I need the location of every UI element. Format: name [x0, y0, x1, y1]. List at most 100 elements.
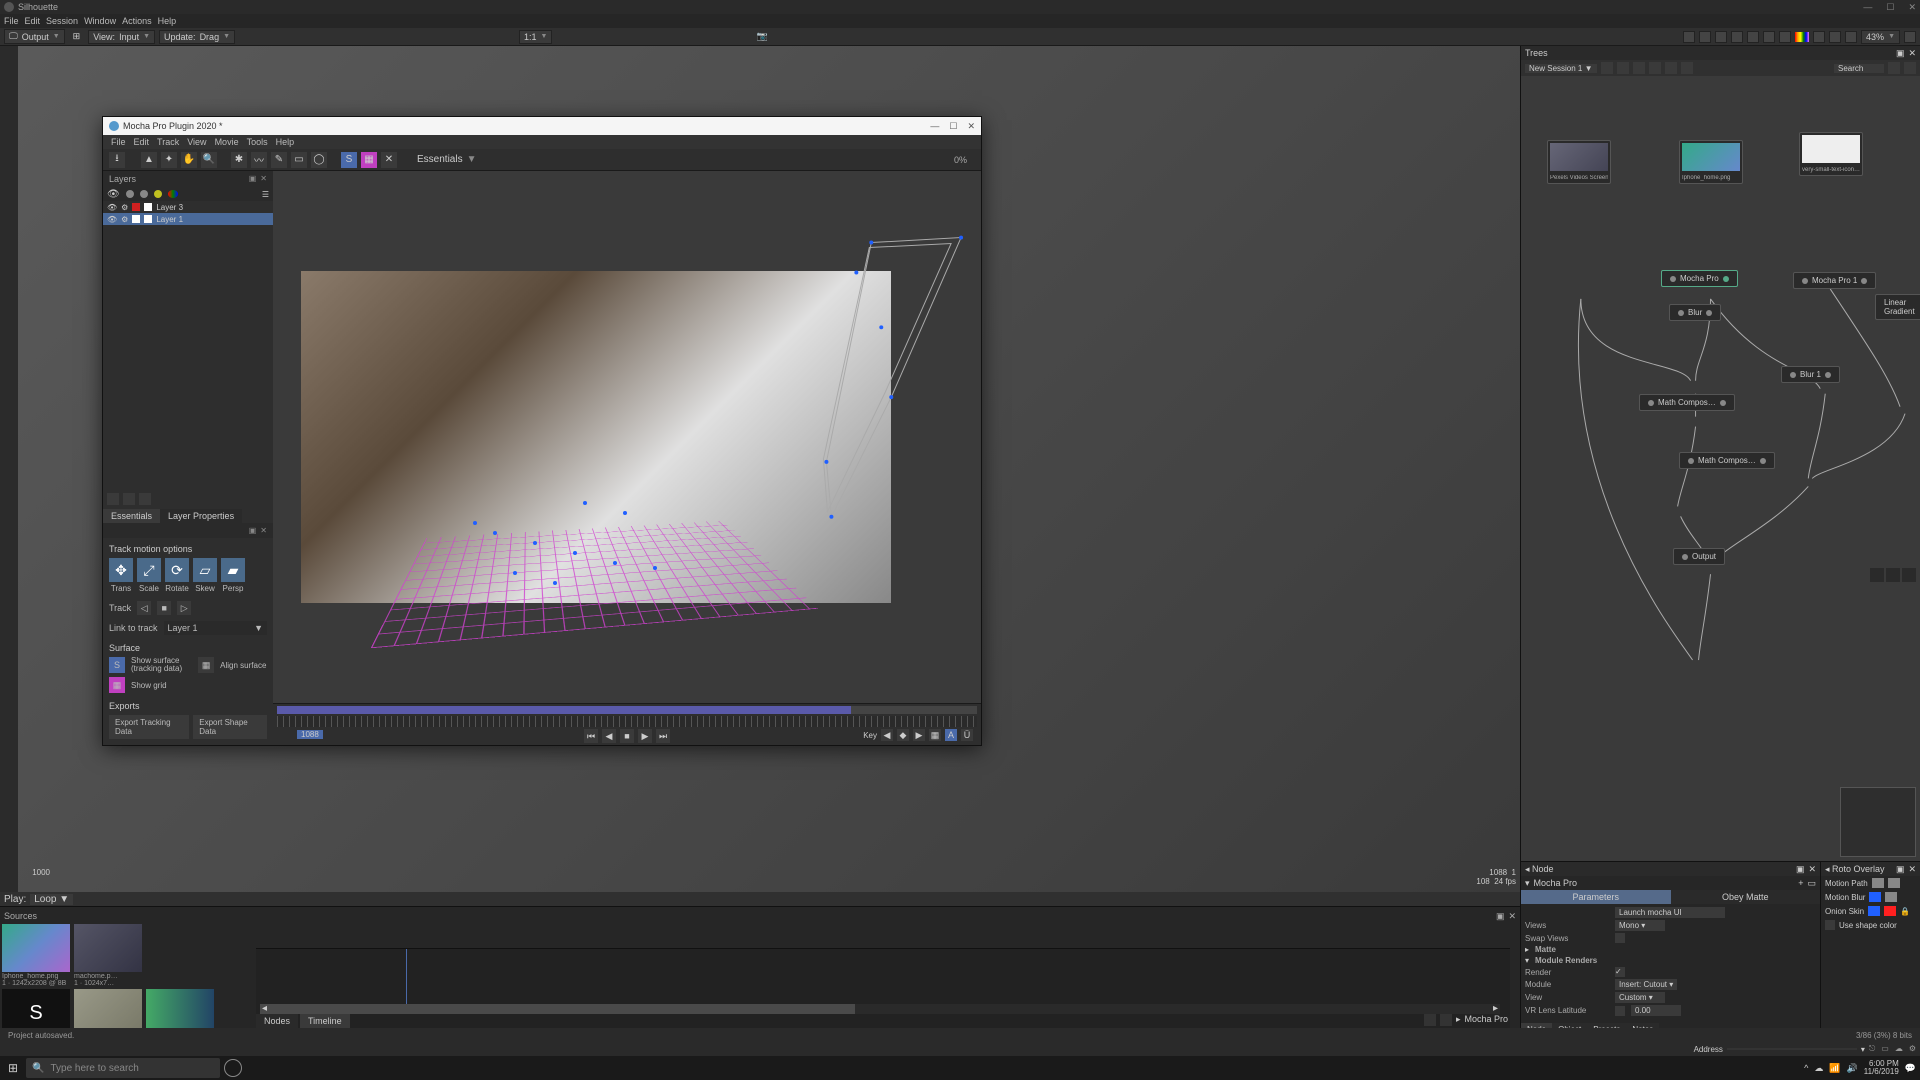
net-icon-2[interactable]: ▭ — [1881, 1044, 1889, 1054]
address-go-icon[interactable]: ▾ — [1861, 1045, 1865, 1054]
mocha-menu-edit[interactable]: Edit — [134, 137, 150, 147]
search-icon[interactable] — [1715, 31, 1727, 43]
mocha-menu-movie[interactable]: Movie — [215, 137, 239, 147]
tool-icon-9[interactable] — [1845, 31, 1857, 43]
color-picker-icon[interactable] — [1795, 32, 1809, 42]
track-perspective-button[interactable]: ▰ — [221, 558, 245, 582]
play-mode-dropdown[interactable]: Loop ▼ — [30, 894, 73, 905]
save-icon[interactable]: ⭳ — [109, 152, 125, 168]
render-checkbox[interactable] — [1615, 967, 1625, 977]
source-thumb[interactable]: machome.p… 1 · 1024x7… — [74, 924, 142, 987]
add-layer-icon[interactable] — [107, 493, 119, 505]
track-skew-button[interactable]: ▱ — [193, 558, 217, 582]
node-source-1[interactable]: Pexels Videos Screen… — [1547, 140, 1611, 184]
tree-tool-3[interactable] — [1633, 62, 1645, 74]
key-icon-1[interactable]: ▦ — [929, 729, 941, 741]
surface-toggle[interactable]: S — [341, 152, 357, 168]
go-end-button[interactable]: ⏭ — [656, 729, 670, 743]
tab-layer-properties[interactable]: Layer Properties — [160, 509, 242, 523]
bezier-tool[interactable]: 〰 — [251, 152, 267, 168]
close-icon[interactable]: ✕ — [1508, 911, 1516, 922]
net-icon-1[interactable]: ⎋ — [1869, 1044, 1875, 1054]
mocha-minimize[interactable]: — — [930, 121, 939, 132]
maximize-button[interactable]: ☐ — [1886, 2, 1894, 13]
tool-icon-1[interactable] — [1683, 31, 1695, 43]
mocha-menu-track[interactable]: Track — [157, 137, 179, 147]
undock-icon-2[interactable]: ▣ — [249, 526, 257, 535]
expand-button[interactable]: ⊞ — [69, 30, 85, 43]
tab-nodes[interactable]: Nodes — [256, 1014, 298, 1028]
xspline-tool[interactable]: ✱ — [231, 152, 247, 168]
tool-icon-8[interactable] — [1829, 31, 1841, 43]
export-tracking-button[interactable]: Export Tracking Data — [109, 715, 189, 739]
visibility-icon[interactable]: 👁 — [107, 189, 120, 200]
timeline-scrollbar[interactable]: ▸◂ — [260, 1004, 1500, 1014]
matte-icon[interactable] — [154, 190, 162, 198]
workspace-dropdown[interactable]: Essentials▼ — [417, 154, 476, 165]
ratio-dropdown[interactable]: 1:1▼ — [519, 30, 552, 44]
track-forward-button[interactable]: ▷ — [177, 601, 191, 615]
node-minimap[interactable] — [1840, 787, 1916, 857]
close-button[interactable]: ✕ — [1908, 2, 1916, 13]
tray-volume-icon[interactable]: 🔊 — [1847, 1063, 1858, 1074]
tree-tool-7[interactable] — [1904, 62, 1916, 74]
source-thumb[interactable]: Iphone_home.png 1 · 1242x2208 @ 8B — [2, 924, 70, 987]
node-mocha-pro[interactable]: Mocha Pro — [1661, 270, 1738, 287]
lock-icon[interactable] — [140, 190, 148, 198]
windows-search-input[interactable]: 🔍 Type here to search — [26, 1058, 220, 1078]
tray-up-icon[interactable]: ^ — [1804, 1063, 1808, 1073]
net-icon-3[interactable]: ☁ — [1895, 1044, 1903, 1054]
node-linear-gradient[interactable]: Linear Gradient — [1875, 294, 1920, 320]
close-panel-icon-2[interactable]: ✕ — [260, 526, 267, 535]
motion-blur-swatch[interactable] — [1869, 892, 1881, 902]
mocha-menu-view[interactable]: View — [187, 137, 206, 147]
export-shape-button[interactable]: Export Shape Data — [193, 715, 267, 739]
viewer-area[interactable]: Mocha Pro Plugin 2020 * — ☐ ✕ File Edit … — [0, 46, 1520, 892]
start-button[interactable]: ⊞ — [4, 1059, 22, 1077]
step-forward-button[interactable]: ▶ — [638, 729, 652, 743]
tree-tool-4[interactable] — [1649, 62, 1661, 74]
step-back-button[interactable]: ◀ — [602, 729, 616, 743]
vr-checkbox[interactable] — [1615, 1006, 1625, 1016]
node-math-composite-2[interactable]: Math Compos… — [1679, 452, 1775, 469]
node-mocha-pro-1[interactable]: Mocha Pro 1 — [1793, 272, 1876, 289]
node-source-2[interactable]: Iphone_home.png — [1679, 140, 1743, 184]
tool-icon-4[interactable] — [1747, 31, 1759, 43]
uberkey-button[interactable]: Ü — [961, 729, 973, 741]
menu-edit[interactable]: Edit — [25, 16, 41, 26]
node-blur-1[interactable]: Blur 1 — [1781, 366, 1840, 383]
update-dropdown[interactable]: Update: Drag ▼ — [159, 30, 235, 44]
tree-tool-2[interactable] — [1617, 62, 1629, 74]
mocha-menu-tools[interactable]: Tools — [247, 137, 268, 147]
undock-icon[interactable]: ▣ — [1896, 48, 1905, 59]
node-source-3[interactable]: very-small-text-icon… — [1799, 132, 1863, 176]
undock-icon[interactable]: ▣ — [1896, 864, 1905, 875]
track-backward-button[interactable]: ◁ — [137, 601, 151, 615]
node-math-composite[interactable]: Math Compos… — [1639, 394, 1735, 411]
close-panel-icon[interactable]: ✕ — [260, 174, 267, 184]
node-blur[interactable]: Blur — [1669, 304, 1721, 321]
magnetic-tool[interactable]: ✎ — [271, 152, 287, 168]
search-icon[interactable] — [1888, 62, 1900, 74]
surface-icon[interactable]: S — [109, 657, 125, 673]
gear-icon[interactable] — [126, 190, 134, 198]
module-dropdown[interactable]: Insert: Cutout ▾ — [1615, 979, 1677, 990]
tool-icon-6[interactable] — [1779, 31, 1791, 43]
menu-file[interactable]: File — [4, 16, 19, 26]
stop-button[interactable]: ■ — [620, 729, 634, 743]
rectangle-tool[interactable]: ▭ — [291, 152, 307, 168]
track-translate-button[interactable]: ✥ — [109, 558, 133, 582]
menu-dots-icon[interactable]: ☰ — [262, 190, 269, 199]
swap-views-checkbox[interactable] — [1615, 933, 1625, 943]
tab-timeline[interactable]: Timeline — [300, 1014, 350, 1028]
timeline-ruler[interactable]: 1088 — [277, 716, 977, 727]
key-add-button[interactable]: ◆ — [897, 729, 909, 741]
tree-tool-1[interactable] — [1601, 62, 1613, 74]
address-input[interactable] — [1727, 1048, 1857, 1050]
timeline-bar[interactable] — [277, 706, 977, 714]
track-stop-button[interactable]: ■ — [157, 601, 171, 615]
add-icon[interactable]: + — [1798, 878, 1803, 889]
track-rotate-button[interactable]: ⟳ — [165, 558, 189, 582]
node-output[interactable]: Output — [1673, 548, 1725, 565]
playhead-marker[interactable] — [406, 949, 407, 1012]
